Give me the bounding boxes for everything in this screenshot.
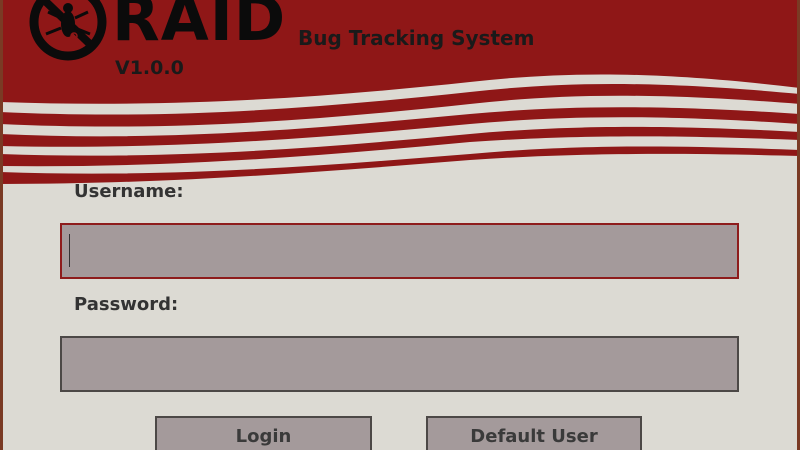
password-label: Password:	[74, 294, 179, 315]
password-input[interactable]	[60, 336, 739, 392]
app-logo-text: RAID	[112, 0, 287, 55]
username-label: Username:	[74, 181, 184, 202]
app-subtitle: Bug Tracking System	[298, 26, 535, 50]
bug-prohibited-icon	[28, 0, 108, 62]
default-user-button[interactable]: Default User	[426, 416, 642, 450]
login-window: RAID Bug Tracking System V1.0.0 Username…	[0, 0, 800, 450]
username-input[interactable]	[60, 223, 739, 279]
header-banner: RAID Bug Tracking System V1.0.0	[0, 0, 800, 200]
text-caret	[69, 234, 70, 267]
app-version: V1.0.0	[115, 57, 184, 79]
login-button[interactable]: Login	[155, 416, 372, 450]
window-border-left	[0, 0, 3, 450]
